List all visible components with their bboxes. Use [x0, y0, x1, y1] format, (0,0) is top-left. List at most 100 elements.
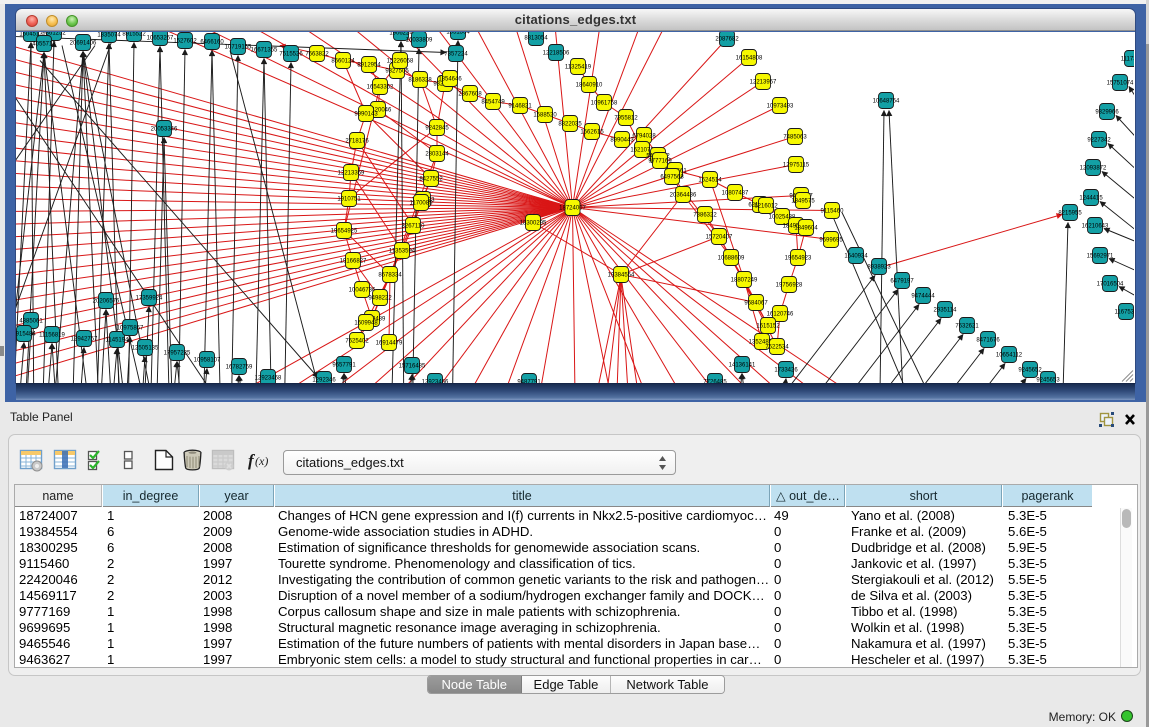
svg-text:1292346: 1292346	[312, 378, 336, 383]
svg-text:9474444: 9474444	[911, 294, 935, 300]
svg-text:9146821: 9146821	[508, 104, 532, 110]
svg-text:1640934: 1640934	[844, 254, 868, 260]
svg-text:10688609: 10688609	[718, 256, 745, 262]
svg-text:9657791: 9657791	[332, 363, 356, 369]
svg-text:16543362: 16543362	[367, 85, 394, 91]
svg-text:7955812: 7955812	[614, 116, 638, 122]
svg-text:20691406: 20691406	[70, 41, 97, 47]
svg-text:(x): (x)	[255, 454, 268, 468]
svg-text:16120746: 16120746	[767, 312, 794, 318]
svg-text:1851304: 1851304	[446, 32, 470, 36]
svg-text:9990143: 9990143	[354, 112, 378, 118]
svg-text:8990443: 8990443	[610, 138, 634, 144]
svg-text:4385061: 4385061	[19, 319, 43, 325]
svg-text:10719155: 10719155	[225, 45, 252, 51]
svg-text:15751074: 15751074	[1107, 81, 1134, 87]
svg-text:9329966: 9329966	[1095, 110, 1119, 116]
svg-text:10973493: 10973493	[767, 104, 794, 110]
svg-text:16914479: 16914479	[376, 341, 403, 347]
svg-text:18724007: 18724007	[559, 206, 586, 212]
svg-text:2935114: 2935114	[934, 308, 958, 314]
svg-text:12975115: 12975115	[783, 163, 810, 169]
svg-text:17359924: 17359924	[136, 296, 163, 302]
svg-text:17957225: 17957225	[164, 351, 191, 357]
svg-text:8912954: 8912954	[357, 63, 381, 69]
svg-text:2718176: 2718176	[345, 139, 369, 145]
svg-text:7386322: 7386322	[693, 213, 717, 219]
svg-text:6497568: 6497568	[660, 175, 684, 181]
svg-text:9115460: 9115460	[821, 209, 845, 215]
svg-text:18640910: 18640910	[576, 83, 603, 89]
svg-text:1733426: 1733426	[774, 368, 798, 374]
svg-text:10046736: 10046736	[349, 288, 376, 294]
svg-text:8660124: 8660124	[331, 59, 355, 65]
svg-text:9684067: 9684067	[744, 301, 768, 307]
svg-text:8215955: 8215955	[1058, 211, 1082, 217]
svg-text:7522534: 7522534	[765, 345, 789, 351]
svg-text:11156819: 11156819	[39, 333, 65, 339]
svg-text:1854646: 1854646	[438, 77, 462, 83]
svg-text:4055713: 4055713	[32, 42, 56, 48]
svg-text:12505135: 12505135	[132, 346, 159, 352]
svg-text:16671355: 16671355	[251, 48, 278, 54]
svg-text:6466160: 6466160	[200, 40, 224, 46]
svg-text:2867608: 2867608	[458, 92, 482, 98]
svg-text:8822035: 8822035	[558, 122, 582, 128]
svg-text:20206576: 20206576	[93, 299, 120, 305]
svg-text:10648764: 10648764	[873, 99, 900, 105]
svg-text:1167533: 1167533	[1115, 310, 1134, 316]
svg-text:18300295: 18300295	[520, 221, 547, 227]
svg-text:7663822: 7663822	[305, 52, 329, 58]
svg-text:1849604: 1849604	[794, 226, 818, 232]
svg-text:7726485: 7726485	[703, 380, 727, 383]
svg-text:1615152: 1615152	[756, 324, 780, 330]
svg-text:16154808: 16154808	[736, 56, 763, 62]
svg-text:1244415: 1244415	[1079, 196, 1103, 202]
svg-text:1906224: 1906224	[389, 32, 413, 37]
svg-text:16782759: 16782759	[226, 365, 253, 371]
svg-text:7625402: 7625402	[345, 339, 369, 345]
svg-text:1835074: 1835074	[97, 33, 121, 39]
svg-text:1624514: 1624514	[698, 178, 722, 184]
svg-text:16210643: 16210643	[1082, 224, 1109, 230]
svg-text:10961758: 10961758	[591, 101, 618, 107]
svg-text:14136141: 14136141	[729, 363, 756, 369]
svg-text:17016504: 17016504	[1097, 282, 1124, 288]
svg-text:16033809: 16033809	[406, 38, 433, 44]
svg-text:9242845: 9242845	[425, 126, 449, 132]
svg-text:9245653: 9245653	[1036, 378, 1060, 383]
svg-text:2803144: 2803144	[425, 152, 449, 158]
svg-text:8471676: 8471676	[976, 338, 1000, 344]
svg-text:8678334: 8678334	[378, 273, 402, 279]
svg-text:11325419: 11325419	[565, 65, 592, 71]
svg-text:19654923: 19654923	[785, 256, 812, 262]
svg-text:9227342: 9227342	[1087, 138, 1111, 144]
svg-text:3915484: 3915484	[16, 332, 36, 338]
svg-text:11353594: 11353594	[389, 249, 416, 255]
svg-text:8813054: 8813054	[524, 36, 548, 42]
svg-text:1910751: 1910751	[337, 197, 361, 203]
svg-text:10653267: 10653267	[147, 36, 174, 42]
svg-text:7632621: 7632621	[955, 324, 979, 330]
svg-text:1527602: 1527602	[173, 39, 197, 45]
svg-text:2087682: 2087682	[715, 37, 739, 43]
svg-text:12213967: 12213967	[750, 80, 777, 86]
svg-text:19756928: 19756928	[776, 283, 803, 289]
svg-text:6794028: 6794028	[632, 134, 656, 140]
svg-text:9498222: 9498222	[368, 296, 392, 302]
svg-text:8186328: 8186328	[408, 78, 432, 84]
svg-text:20053346: 20053346	[151, 127, 178, 133]
svg-text:9699695: 9699695	[819, 238, 843, 244]
svg-text:1609948: 1609948	[354, 321, 378, 327]
svg-text:15226058: 15226058	[387, 59, 414, 65]
svg-text:7357224: 7357224	[444, 52, 468, 58]
svg-text:9245652: 9245652	[1018, 368, 1042, 374]
svg-text:1562615: 1562615	[580, 130, 604, 136]
svg-text:10958107: 10958107	[194, 358, 221, 364]
svg-text:8938923: 8938923	[867, 265, 891, 271]
svg-text:3267110: 3267110	[402, 224, 426, 230]
svg-text:19654925: 19654925	[331, 229, 358, 235]
svg-text:1170085: 1170085	[410, 201, 434, 207]
svg-text:12213369: 12213369	[338, 171, 365, 177]
svg-text:1117364: 1117364	[1121, 57, 1134, 63]
